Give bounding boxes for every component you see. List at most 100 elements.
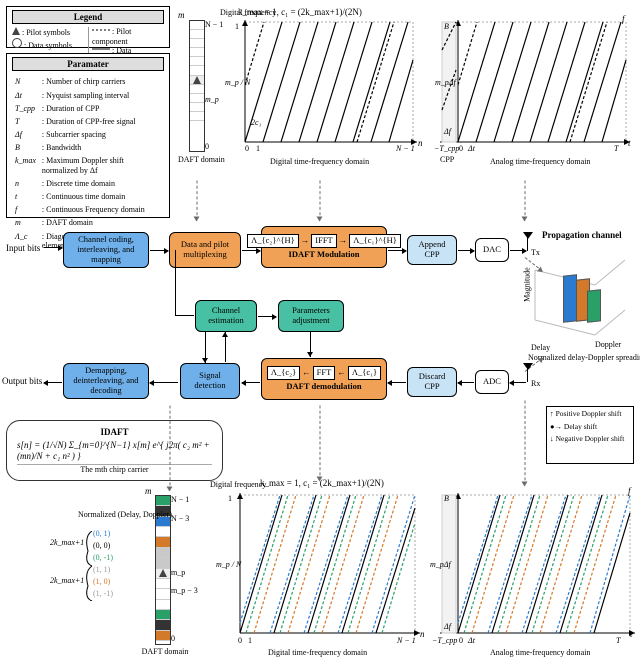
arrowhead-up (222, 332, 228, 337)
idaft-formula: s[n] = (1/√N) Σ_{m=0}^{N−1} x[m] e^{ j2π… (17, 440, 212, 461)
tick-mp3: m_p − 3 (171, 586, 198, 595)
block-discard-cpp: Discard CPP (407, 367, 457, 397)
arrow (458, 250, 474, 251)
callout-arrow (525, 401, 526, 486)
chart-analog-tf-rx (440, 493, 635, 645)
block-demap: Demapping, deinterleaving, and decoding (63, 363, 149, 399)
tx-antenna-icon (527, 237, 528, 251)
arrowhead-down (307, 352, 313, 357)
xlabel-t-a: t (628, 138, 631, 148)
daft-fft: FFT (313, 366, 336, 380)
xlabel-n-b: n (420, 629, 425, 639)
prop-channel-title: Propagation channel (542, 230, 622, 240)
chart-analog-tf-tx (440, 20, 630, 155)
block-adc: ADC (475, 370, 509, 394)
ytick-B-b: B (444, 494, 449, 503)
chart-title-ana-tx: Analog time-frequency domain (490, 157, 590, 166)
arrow-vert (175, 250, 176, 315)
daft-domain-column-tx (189, 20, 205, 152)
arrow (44, 382, 62, 383)
rx-label: Rx (531, 379, 540, 388)
arrow (458, 382, 474, 383)
leg-pos-doppler: Positive Doppler shift (556, 409, 622, 418)
parameter-title: Paramater (12, 57, 164, 71)
xtick-zero-c: 0 (238, 636, 242, 645)
block-append-cpp: Append CPP (407, 235, 457, 265)
arrow (242, 250, 260, 251)
callout-arrow (525, 181, 526, 221)
xtick-T-b: T (616, 636, 620, 645)
legend-pilot-symbols: Pilot symbols (26, 28, 70, 37)
chart-digital-tf-tx (227, 20, 417, 155)
xtick-zero-a: 0 (245, 144, 249, 153)
idaft-ifft: IFFT (311, 234, 336, 248)
xtick-zero-d: 0 (459, 636, 463, 645)
xtick-dt-b: Δt (468, 636, 475, 645)
legend-data-symbols: Data symbols (28, 41, 72, 50)
ytick-one-a: 1 (235, 22, 239, 31)
slope-2c1: 2c₁ (251, 118, 261, 127)
ytick-mpN: m_p / N (225, 78, 250, 87)
idaft-Lc2H: Λ_{c₂}^{H} (247, 234, 299, 248)
callout-arrow (170, 406, 171, 491)
block-dac: DAC (475, 238, 509, 262)
arrow (150, 250, 168, 251)
chart-title-dig-rx: Digital time-frequency domain (268, 648, 367, 657)
block-multiplexing: Data and pilot multiplexing (169, 232, 241, 268)
ylabel-digfreq-b: Digital frequency (210, 480, 250, 489)
arrow (388, 250, 406, 251)
arrow (258, 316, 276, 317)
tick-zero-rx: 0 (171, 634, 175, 643)
block-idaft: Λ_{c₂}^{H}→ IFFT→ Λ_{c₁}^{H} IDAFT Modul… (261, 226, 387, 268)
idaft-formula-title: IDAFT (17, 427, 212, 437)
idaft-footnote: The mth chirp carrier (17, 464, 212, 474)
arrow (510, 250, 526, 251)
arrow (510, 382, 526, 383)
xtick-Tcpp-a: −T_cpp (434, 144, 459, 153)
tick-mp-rx: m_p (171, 568, 185, 577)
ytick-mpDf-b: m_pΔf (430, 560, 451, 569)
idaft-label: IDAFT Modulation (289, 250, 360, 260)
leg-neg-doppler: Negative Doppler shift (556, 434, 625, 443)
arrow (44, 247, 62, 248)
tick-Nminus1-a: N − 1 (205, 20, 223, 29)
chart-title-ana-rx: Analog time-frequency domain (490, 648, 590, 657)
kshift-1: 2k_max+1 (50, 538, 84, 547)
arrow (388, 382, 406, 383)
arrow (242, 382, 260, 383)
delay-doppler-header: Normalized (Delay, Doppler) (78, 510, 148, 519)
xtick-one-a: 1 (256, 144, 260, 153)
daft-domain-label-b: DAFT domain (140, 647, 190, 656)
xtick-T-a: T (614, 144, 618, 153)
idaft-Lc1H: Λ_{c₁}^{H} (349, 234, 401, 248)
legend-title: Legend (12, 10, 164, 24)
ytick-df-a: Δf (444, 127, 451, 136)
xtick-Tcpp-b: −T_cpp (432, 636, 457, 645)
axis-m-rx: m (145, 486, 152, 496)
xtick-one-c: 1 (248, 636, 252, 645)
tick-zero-a: 0 (205, 142, 209, 151)
xtick-Nminus1-c: N − 1 (397, 636, 416, 645)
brace-icon (84, 531, 94, 601)
daft-Lc2: Λ_{c₂} (267, 366, 300, 380)
ylabel-f-a: f (622, 14, 625, 24)
ytick-df-b: Δf (444, 622, 451, 631)
input-bits-label: Input bits (6, 243, 40, 253)
arrow (175, 315, 194, 316)
daft-Lc1: Λ_{c₁} (348, 366, 381, 380)
ylabel-f-b: f (628, 486, 631, 496)
rx-antenna-icon (527, 368, 528, 382)
callout-arrow (197, 181, 198, 221)
legend-panel: Legend : Pilot symbols : Data symbols : … (6, 6, 170, 48)
tick-mp: m_p (205, 95, 219, 104)
block-coding: Channel coding, interleaving, and mappin… (63, 232, 149, 268)
ytick-mpDf-a: m_pΔf (435, 78, 456, 87)
ylabel-doppler: Doppler (595, 340, 621, 349)
output-bits-label: Output bits (2, 376, 42, 386)
daft-domain-label-a: DAFT domain (178, 155, 218, 164)
parameter-panel: Paramater N: Number of chirp carriersΔt:… (6, 53, 170, 218)
delay-doppler-pair-list: (0, 1)(0, 0)(0, -1)(1, 1)(1, 0)(1, -1) (93, 528, 141, 600)
xtick-Nminus1-a: N − 1 (396, 144, 415, 153)
doppler-spread-caption: Normalized delay-Doppler spreading funct… (528, 353, 638, 362)
daft-demod-label: DAFT demodulation (286, 382, 361, 392)
